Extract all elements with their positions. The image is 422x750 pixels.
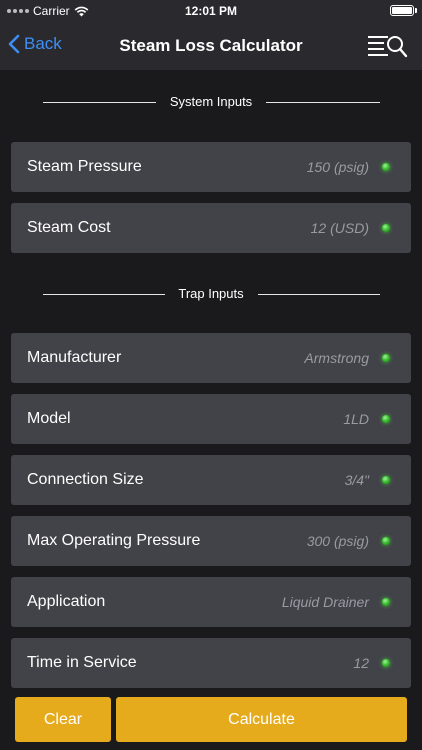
navigation-bar: Back Steam Loss Calculator — [0, 22, 422, 70]
row-steam-cost[interactable]: Steam Cost 12 (USD) — [11, 203, 411, 253]
row-model[interactable]: Model 1LD — [11, 394, 411, 444]
row-time-in-service[interactable]: Time in Service 12 — [11, 638, 411, 688]
section-header-trap-inputs: Trap Inputs — [0, 284, 422, 304]
list-search-icon[interactable] — [366, 33, 410, 59]
page-title: Steam Loss Calculator — [119, 36, 303, 55]
row-value: 300 (psig) — [306, 533, 369, 549]
status-indicator-icon — [382, 537, 390, 545]
row-label: Connection Size — [27, 471, 144, 488]
status-indicator-icon — [382, 354, 390, 362]
row-label: Model — [27, 410, 71, 427]
row-label: Application — [27, 593, 106, 610]
row-label: Steam Pressure — [27, 158, 142, 175]
row-value: 150 (psig) — [306, 159, 369, 175]
row-value: Liquid Drainer — [281, 594, 369, 610]
status-time: 12:01 PM — [184, 4, 238, 18]
divider — [258, 294, 380, 295]
row-value: 12 (USD) — [310, 220, 369, 236]
battery-icon — [390, 5, 414, 16]
form-content[interactable]: System Inputs Steam Pressure 150 (psig) … — [0, 70, 422, 690]
row-application[interactable]: Application Liquid Drainer — [11, 577, 411, 627]
row-steam-pressure[interactable]: Steam Pressure 150 (psig) — [11, 142, 411, 192]
status-indicator-icon — [382, 415, 390, 423]
status-indicator-icon — [382, 598, 390, 606]
row-label: Time in Service — [27, 654, 137, 671]
section-header-system-inputs: System Inputs — [0, 92, 422, 112]
status-indicator-icon — [382, 163, 390, 171]
row-value: 3/4" — [344, 472, 369, 488]
row-value: Armstrong — [304, 350, 369, 366]
status-indicator-icon — [382, 224, 390, 232]
clear-button[interactable]: Clear — [15, 697, 111, 742]
divider — [266, 102, 380, 103]
row-label: Max Operating Pressure — [27, 532, 201, 549]
row-value: 12 — [353, 655, 369, 671]
row-label: Manufacturer — [27, 349, 122, 366]
row-manufacturer[interactable]: Manufacturer Armstrong — [11, 333, 411, 383]
status-indicator-icon — [382, 659, 390, 667]
status-indicator-icon — [382, 476, 390, 484]
battery-tip — [415, 8, 417, 13]
status-bar: Carrier 12:01 PM — [0, 0, 422, 22]
calculate-button[interactable]: Calculate — [116, 697, 407, 742]
row-value: 1LD — [343, 411, 369, 427]
row-label: Steam Cost — [27, 219, 111, 236]
bottom-action-bar: Clear Calculate — [0, 690, 422, 750]
row-max-operating-pressure[interactable]: Max Operating Pressure 300 (psig) — [11, 516, 411, 566]
row-connection-size[interactable]: Connection Size 3/4" — [11, 455, 411, 505]
